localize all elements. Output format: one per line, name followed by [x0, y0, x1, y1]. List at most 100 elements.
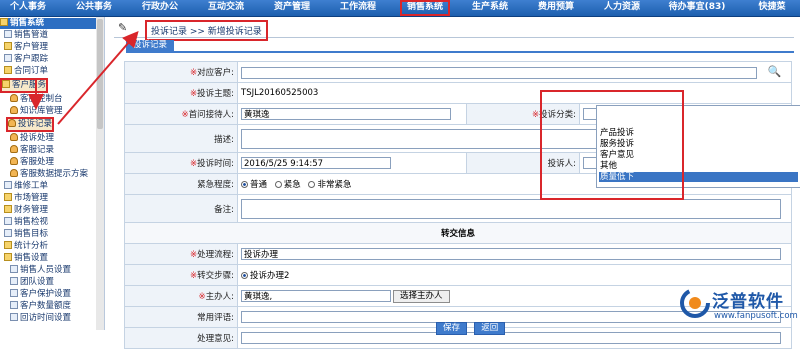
- person-icon: [10, 169, 18, 177]
- nav-todo[interactable]: 待办事宜(83): [664, 0, 730, 16]
- chart-icon: [4, 229, 12, 237]
- folder-icon: [4, 241, 12, 249]
- customer-label: ※对应客户:: [124, 61, 238, 83]
- sidebar-item-market-mgmt[interactable]: 市场管理: [4, 193, 48, 204]
- folder-icon: [2, 80, 10, 88]
- page-icon: [10, 313, 18, 321]
- dropdown-highlight-box: [540, 90, 684, 200]
- sidebar-item-sales-review[interactable]: 销售检视: [4, 217, 48, 228]
- opinion-input[interactable]: [241, 332, 781, 344]
- sidebar-item-team-settings[interactable]: 团队设置: [10, 277, 54, 288]
- subject-label: ※投诉主题:: [124, 82, 238, 104]
- person-icon: [10, 133, 18, 141]
- sidebar-item-sales-system[interactable]: 销售系统: [0, 18, 96, 29]
- form-row: ※投诉主题: TSJL20160525003: [124, 82, 792, 104]
- logo-swirl-icon: [680, 288, 710, 318]
- sidebar-item-finance-mgmt[interactable]: 财务管理: [4, 205, 48, 216]
- opinion-label: 处理意见:: [124, 327, 238, 349]
- nav-public[interactable]: 公共事务: [72, 0, 116, 16]
- logo-brand-text: 泛普软件: [712, 292, 784, 312]
- host-input[interactable]: 黄琪逸,: [241, 290, 391, 302]
- nav-workflow[interactable]: 工作流程: [336, 0, 380, 16]
- common-comments-label: 常用评语:: [124, 306, 238, 328]
- folder-icon: [4, 253, 12, 261]
- sidebar-item-visit-time[interactable]: 回访时间设置: [10, 313, 71, 324]
- nav-personal[interactable]: 个人事务: [6, 0, 50, 16]
- time-label: ※投诉时间:: [124, 152, 238, 174]
- sidebar-item-knowledge-base[interactable]: 知识库管理: [10, 106, 63, 117]
- remark-label: 备注:: [124, 194, 238, 223]
- person-icon: [10, 94, 18, 102]
- sidebar-item-complaint-records[interactable]: 投诉记录: [5, 117, 55, 132]
- page-icon: [4, 54, 12, 62]
- page-icon: [10, 277, 18, 285]
- page-icon: [4, 30, 12, 38]
- describe-label: 描述:: [124, 124, 238, 153]
- host-label: ※主办人:: [124, 285, 238, 307]
- subject-cell: TSJL20160525003: [237, 82, 792, 104]
- tab-complaint-records[interactable]: 投诉记录: [126, 40, 174, 51]
- form-row: 转交信息: [124, 222, 792, 244]
- tab-underline: [126, 51, 794, 53]
- process-label: ※处理流程:: [124, 243, 238, 265]
- sidebar-item-customer-mgmt[interactable]: 客户管理: [4, 42, 48, 53]
- nav-sales-system[interactable]: 销售系统: [400, 0, 450, 16]
- sidebar-item-sales-settings[interactable]: 销售设置: [4, 253, 48, 264]
- scrollbar-thumb[interactable]: [97, 19, 103, 129]
- receiver-cell: 黄琪逸: [237, 103, 467, 125]
- sidebar-item-statistics[interactable]: 统计分析: [4, 241, 48, 252]
- nav-budget[interactable]: 费用预算: [534, 0, 578, 16]
- process-select[interactable]: 投诉办理: [241, 248, 781, 260]
- sidebar-item-complaint-handling[interactable]: 投诉处理: [10, 133, 54, 144]
- nav-admin[interactable]: 行政办公: [138, 0, 182, 16]
- sidebar-item-sales-target[interactable]: 销售目标: [4, 229, 48, 240]
- sidebar-item-sales-pipeline[interactable]: 销售管道: [4, 30, 48, 41]
- sidebar-item-service-data-tips[interactable]: 客服数据提示方案: [10, 169, 88, 180]
- chart-icon: [4, 217, 12, 225]
- time-input[interactable]: 2016/5/25 9:14:57: [241, 157, 391, 169]
- sidebar-item-customer-protection[interactable]: 客户保护设置: [10, 289, 71, 300]
- select-host-button[interactable]: 选择主办人: [393, 289, 450, 303]
- nav-shortcut[interactable]: 快捷菜: [746, 0, 798, 16]
- wrench-icon: [4, 181, 12, 189]
- search-icon[interactable]: 🔍: [768, 65, 782, 78]
- folder-icon: [4, 42, 12, 50]
- sidebar-item-salesperson-settings[interactable]: 销售人员设置: [10, 265, 71, 276]
- urgency-normal-radio[interactable]: [241, 181, 248, 188]
- customer-cell: 🔍: [237, 61, 792, 83]
- page-icon: [10, 301, 18, 309]
- remark-cell: [237, 194, 792, 223]
- page-icon: [10, 289, 18, 297]
- form-row: 备注:: [124, 194, 792, 223]
- logo-url-text: www.fanpusoft.com: [714, 311, 798, 321]
- receiver-input[interactable]: 黄琪逸: [241, 108, 451, 120]
- nav-production[interactable]: 生产系统: [468, 0, 512, 16]
- urgency-urgent-radio[interactable]: [274, 181, 282, 188]
- opinion-cell: [237, 327, 792, 349]
- customer-input[interactable]: [241, 66, 757, 79]
- sidebar: 销售系统 销售管道 客户管理 客户跟踪 合同订单 客户服务 客服控制台 知识库管…: [0, 17, 105, 330]
- remark-textarea[interactable]: [241, 198, 781, 219]
- sidebar-item-customer-service[interactable]: 客户服务: [0, 78, 49, 93]
- step-radio[interactable]: [241, 272, 248, 279]
- back-button[interactable]: 返回: [474, 322, 506, 335]
- nav-hr[interactable]: 人力资源: [600, 0, 644, 16]
- section-title: 转交信息: [124, 222, 792, 244]
- nav-assets[interactable]: 资产管理: [270, 0, 314, 16]
- sidebar-scrollbar[interactable]: [96, 17, 104, 330]
- person-icon: [10, 157, 18, 165]
- sidebar-item-service-console[interactable]: 客服控制台: [10, 94, 63, 105]
- sidebar-item-service-records[interactable]: 客服记录: [10, 145, 54, 156]
- save-button[interactable]: 保存: [436, 322, 468, 335]
- subject-value[interactable]: TSJL20160525003: [241, 88, 318, 98]
- urgency-label: 紧急程度:: [124, 173, 238, 195]
- nav-interaction[interactable]: 互动交流: [204, 0, 248, 16]
- sidebar-item-service-handling[interactable]: 客服处理: [10, 157, 54, 168]
- folder-icon: [4, 205, 12, 213]
- sidebar-item-repair-orders[interactable]: 维修工单: [4, 181, 48, 192]
- breadcrumb-text: 投诉记录 >> 新增投诉记录: [145, 20, 268, 41]
- urgency-very-urgent-radio[interactable]: [308, 181, 316, 188]
- sidebar-item-contracts[interactable]: 合同订单: [4, 66, 48, 77]
- sidebar-item-customer-tracking[interactable]: 客户跟踪: [4, 54, 48, 65]
- sidebar-item-customer-quota[interactable]: 客户数量额度: [10, 301, 71, 312]
